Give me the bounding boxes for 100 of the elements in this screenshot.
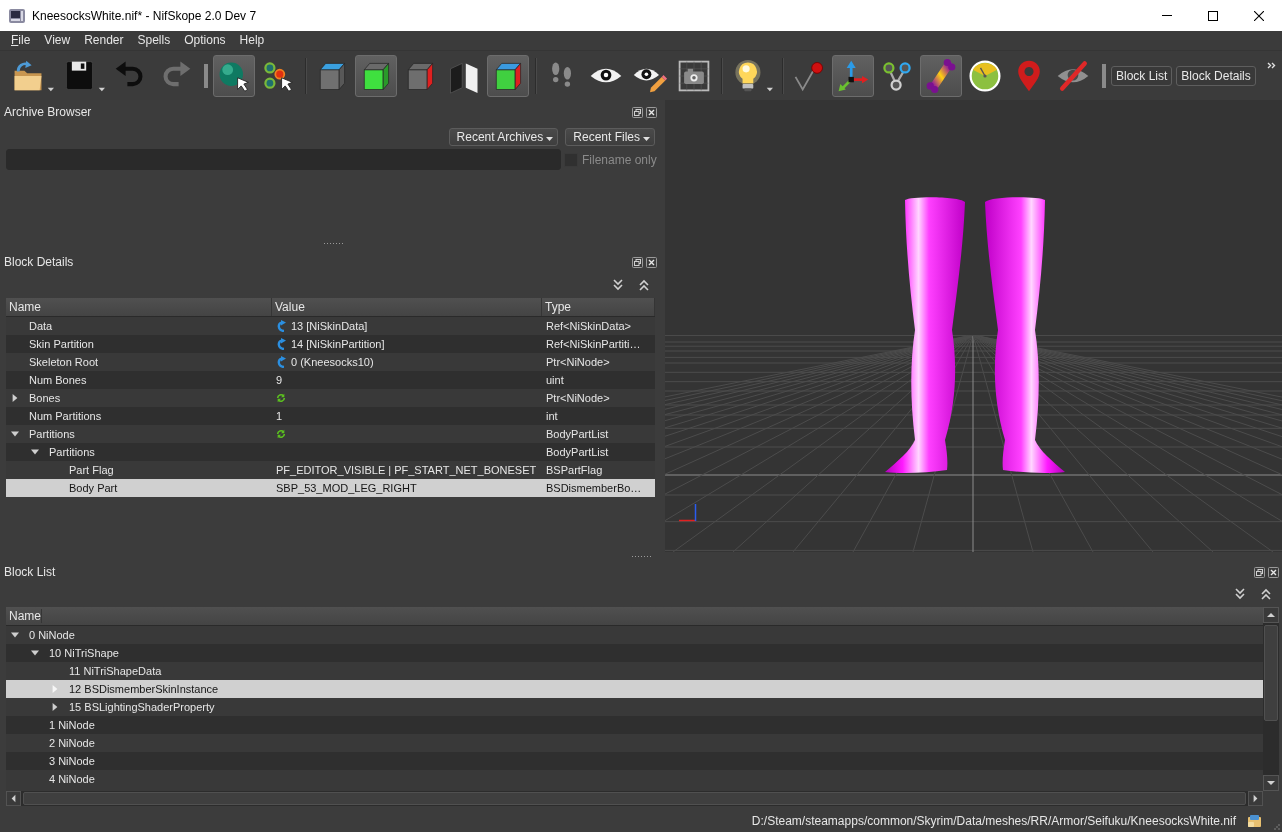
table-row[interactable]: Num Partitions 1 int <box>6 407 655 425</box>
block-name-text: 0 NiNode <box>29 628 75 643</box>
curved-arrow-icon <box>276 338 286 350</box>
field-name-text: Partitions <box>49 445 95 460</box>
close-icon[interactable] <box>646 106 657 118</box>
float-icon[interactable] <box>632 106 643 118</box>
double-chevron-down-icon[interactable] <box>1233 587 1247 601</box>
minimize-icon <box>1162 15 1172 16</box>
triangle-down-icon[interactable] <box>31 649 39 657</box>
field-value-text: 13 [NiSkinData] <box>291 319 368 334</box>
splitter-handle[interactable] <box>631 554 651 558</box>
field-value-text: SBP_53_MOD_LEG_RIGHT <box>276 481 417 496</box>
field-name-text: Num Partitions <box>29 409 102 424</box>
menu-item[interactable]: Spells <box>130 32 178 49</box>
scroll-left-icon[interactable] <box>6 791 21 806</box>
scrollbar-thumb[interactable] <box>23 792 1246 805</box>
menu-item[interactable]: View <box>37 32 78 49</box>
field-type-text: BodyPartList <box>546 445 609 460</box>
show-bones-button[interactable] <box>920 54 962 97</box>
block-name-text: 2 NiNode <box>49 736 95 751</box>
curved-arrow-icon <box>276 320 286 332</box>
table-row[interactable]: Skin Partition 14 [NiSkinPartition] Ref<NiSkinPartiti… <box>6 335 655 353</box>
field-name-text: Skeleton Root <box>29 355 99 370</box>
field-name-text: Partitions <box>29 427 75 442</box>
front-view-button[interactable] <box>355 54 397 97</box>
tree-row[interactable]: 12 BSDismemberSkinInstance <box>6 680 1263 698</box>
block-name-text: 12 BSDismemberSkinInstance <box>69 682 219 697</box>
scrollbar-thumb[interactable] <box>1264 625 1278 721</box>
field-value-text: 9 <box>276 373 283 388</box>
field-type-text: BSDismemberBo… <box>546 481 642 496</box>
file-path-text: D:/Steam/steamapps/common/Skyrim/Data/meshes/RR/Armor/Seifuku/KneesocksWhite.nif <box>751 814 1236 828</box>
double-chevron-up-icon[interactable] <box>1259 587 1273 601</box>
show-axes-button[interactable] <box>832 54 874 97</box>
field-value-text: 1 <box>276 409 283 424</box>
field-name-text: Num Bones <box>29 373 87 388</box>
panel-toggle-button[interactable]: Block Details <box>1176 65 1256 86</box>
select-object-button[interactable] <box>213 54 255 97</box>
menu-item[interactable]: Render <box>77 32 131 49</box>
panel-toggle-button[interactable]: Block List <box>1111 65 1173 86</box>
3d-viewport[interactable] <box>665 100 1282 552</box>
field-name-text: Bones <box>29 391 61 406</box>
table-row[interactable]: Body Part SBP_53_MOD_LEG_RIGHT BSDismemberBo… <box>6 479 655 497</box>
horizontal-scrollbar[interactable] <box>6 791 1263 806</box>
field-type-text: Ref<NiSkinData> <box>546 319 631 334</box>
column-header[interactable]: Name <box>6 298 272 316</box>
field-type-text: Ptr<NiNode> <box>546 355 610 370</box>
table-row[interactable]: Partitions BodyPartList <box>6 443 655 461</box>
scroll-down-icon[interactable] <box>1263 775 1279 791</box>
block-name-text: 11 NiTriShapeData <box>69 664 162 679</box>
triangle-down-icon[interactable] <box>11 430 19 438</box>
dropdown-button[interactable]: Recent Files <box>565 128 655 146</box>
triangle-down-icon[interactable] <box>11 631 19 639</box>
field-value-text: PF_EDITOR_VISIBLE | PF_START_NET_BONESET <box>276 463 537 478</box>
field-value-text: 14 [NiSkinPartition] <box>291 337 385 352</box>
tree-row[interactable]: 10 NiTriShape <box>6 644 1263 662</box>
scroll-up-icon[interactable] <box>1263 607 1279 623</box>
triangle-right-icon[interactable] <box>11 394 19 402</box>
scroll-right-icon[interactable] <box>1248 791 1263 806</box>
caret-down-icon <box>546 137 554 141</box>
toolbar-grip[interactable] <box>1102 63 1106 88</box>
axis-gizmo-icon <box>678 503 697 522</box>
block-name-text: 15 BSLightingShaderProperty <box>69 700 215 715</box>
float-icon[interactable] <box>632 256 643 268</box>
splitter-handle[interactable] <box>322 242 343 245</box>
maximize-icon <box>1208 10 1218 21</box>
double-chevron-up-icon[interactable] <box>637 278 651 292</box>
field-type-text: int <box>546 409 558 424</box>
triangle-right-icon[interactable] <box>51 703 59 711</box>
column-header[interactable]: Type <box>542 298 655 316</box>
tree-row[interactable]: 1 NiNode <box>6 716 1263 734</box>
panel-title: Block List <box>4 565 56 579</box>
cycle-arrows-icon <box>276 428 286 440</box>
field-name-text: Body Part <box>69 481 118 496</box>
overflow-chevron-icon[interactable] <box>1267 62 1276 69</box>
resize-grip-icon[interactable] <box>1272 822 1280 830</box>
close-icon[interactable] <box>646 256 657 268</box>
user-view-button[interactable] <box>487 54 529 97</box>
column-header[interactable]: Value <box>272 298 542 316</box>
field-name-text: Skin Partition <box>29 337 94 352</box>
menu-item[interactable]: File <box>4 32 38 49</box>
field-type-text: BSPartFlag <box>546 463 603 478</box>
float-icon[interactable] <box>1254 566 1265 578</box>
tree-row[interactable]: 3 NiNode <box>6 752 1263 770</box>
field-name-text: Part Flag <box>69 463 114 478</box>
column-header[interactable]: Name <box>6 609 42 623</box>
triangle-down-icon[interactable] <box>31 448 39 456</box>
block-name-text: 10 NiTriShape <box>49 646 119 661</box>
field-type-text: Ref<NiSkinPartiti… <box>546 337 641 352</box>
menu-item[interactable]: Help <box>232 32 272 49</box>
file-icon <box>1247 814 1263 828</box>
close-icon[interactable] <box>1268 566 1279 578</box>
vertical-scrollbar[interactable] <box>1263 607 1279 791</box>
dropdown-button[interactable]: Recent Archives <box>448 128 559 146</box>
block-name-text: 3 NiNode <box>49 754 95 769</box>
menu-item[interactable]: Options <box>177 32 233 49</box>
field-type-text: uint <box>546 373 564 388</box>
double-chevron-down-icon[interactable] <box>611 278 625 292</box>
block-name-text: 1 NiNode <box>49 718 95 733</box>
table-row[interactable]: Num Bones 9 uint <box>6 371 655 389</box>
toolbar-grip[interactable] <box>204 63 208 88</box>
